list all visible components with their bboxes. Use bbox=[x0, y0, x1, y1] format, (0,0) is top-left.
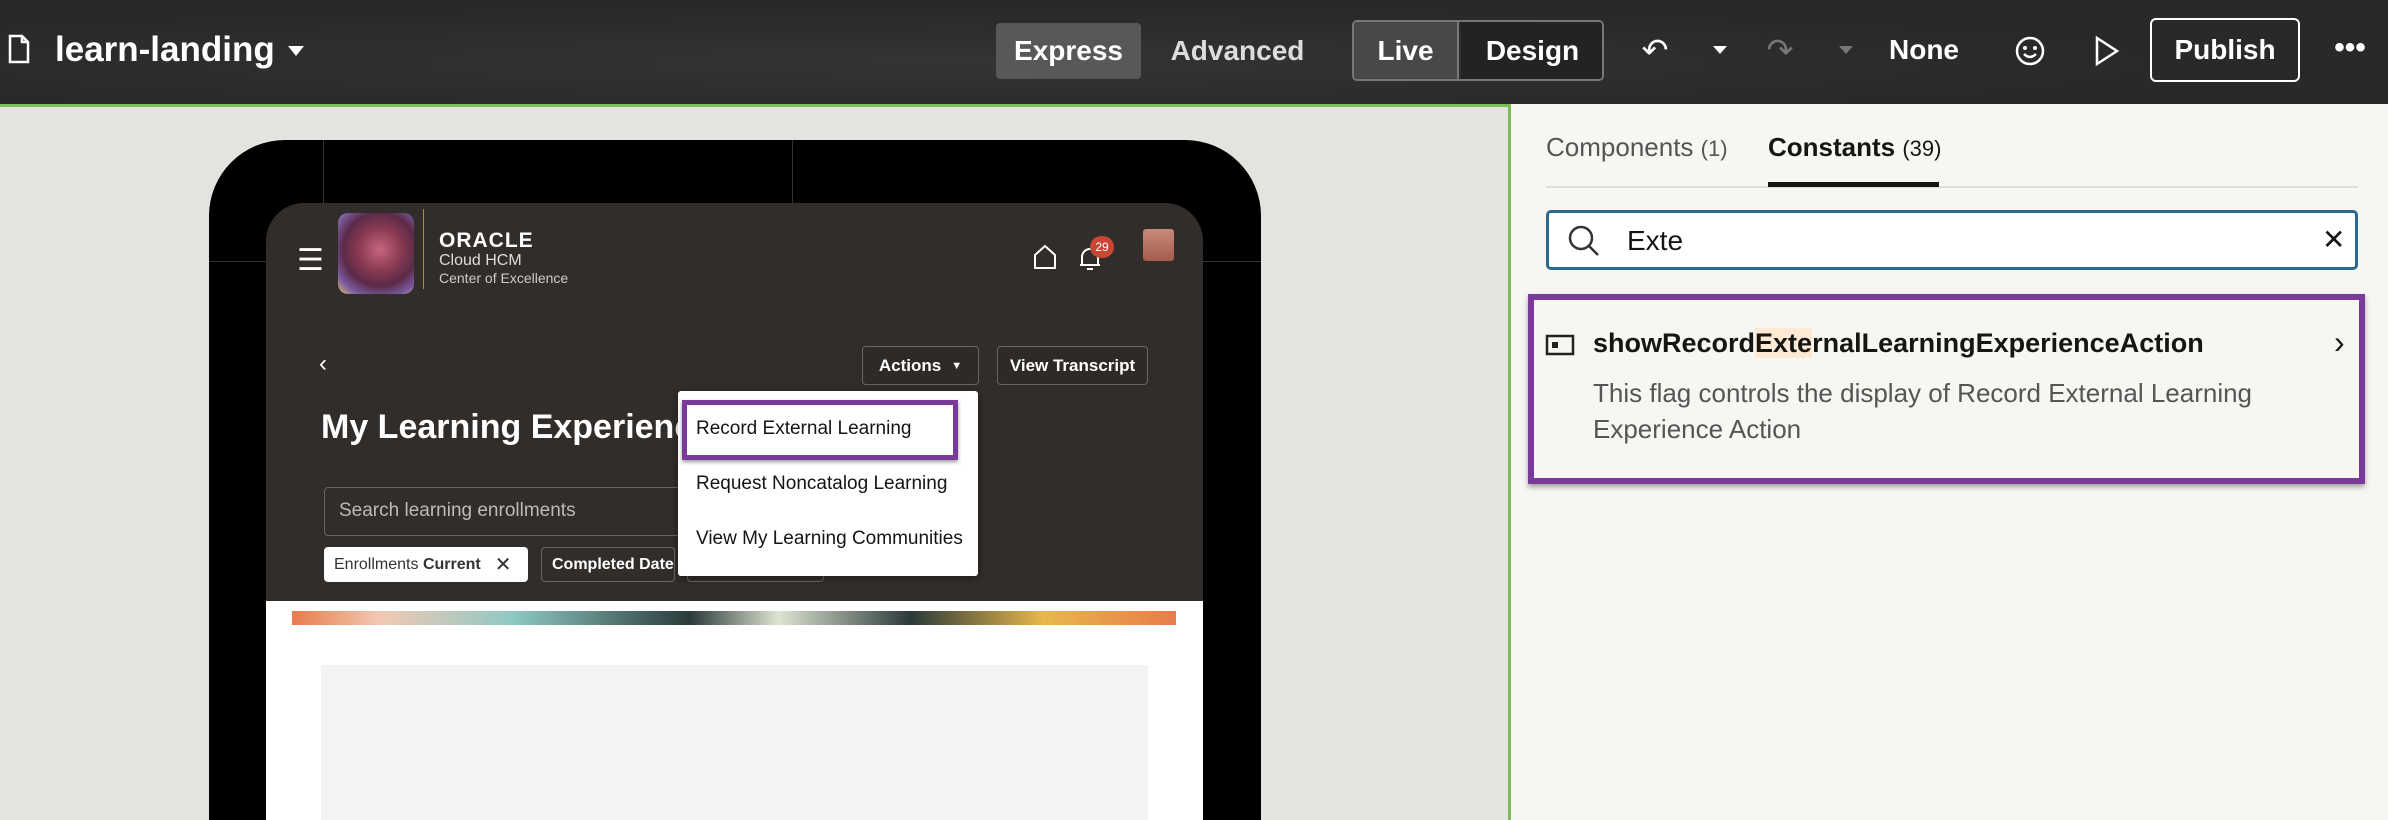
user-avatar[interactable] bbox=[1143, 229, 1174, 261]
actions-label: Actions bbox=[878, 355, 942, 375]
active-tab-indicator bbox=[1768, 182, 1939, 187]
more-icon[interactable]: ••• bbox=[2330, 30, 2370, 66]
search-match-highlight: Exte bbox=[1755, 328, 1813, 358]
name-part: rnalLearningExperienceAction bbox=[1812, 328, 2204, 358]
view-transcript-button[interactable]: View Transcript bbox=[997, 346, 1148, 385]
tab-label: Components bbox=[1546, 132, 1694, 162]
menu-item-record-external-learning[interactable]: Record External Learning bbox=[696, 418, 911, 440]
completed-date-chip[interactable]: Completed Date bbox=[541, 547, 675, 582]
name-part: showRecord bbox=[1593, 328, 1756, 358]
tabs-divider bbox=[1546, 186, 2358, 188]
notification-badge: 29 bbox=[1090, 236, 1114, 258]
search-value: Exte bbox=[1627, 225, 1684, 256]
mode-toggle: Live Design bbox=[1352, 20, 1604, 81]
actions-menu: Record External Learning Request Noncata… bbox=[678, 391, 978, 576]
hamburger-menu-icon[interactable]: ☰ bbox=[297, 243, 324, 278]
smiley-icon[interactable] bbox=[2014, 35, 2046, 67]
express-button[interactable]: Express bbox=[996, 23, 1141, 79]
clear-search-icon[interactable]: ✕ bbox=[2322, 223, 2345, 256]
properties-panel: Components (1) Constants (39) Exte ✕ sho… bbox=[1511, 104, 2388, 820]
undo-icon[interactable]: ↶ bbox=[1637, 32, 1673, 68]
advanced-button[interactable]: Advanced bbox=[1165, 23, 1310, 79]
logo-image bbox=[338, 213, 414, 294]
constant-name: showRecordExternalLearningExperienceActi… bbox=[1593, 328, 2204, 359]
top-toolbar: learn-landing Express Advanced Live Desi… bbox=[0, 0, 2388, 104]
page-dropdown-icon[interactable] bbox=[288, 46, 304, 64]
tab-count: (1) bbox=[1700, 136, 1728, 161]
content-card bbox=[321, 665, 1148, 820]
tab-components[interactable]: Components (1) bbox=[1546, 132, 1728, 163]
chip-value: Current bbox=[422, 555, 481, 573]
page-title: My Learning Experienc bbox=[321, 408, 694, 446]
actions-button[interactable]: Actions ▼ bbox=[862, 346, 979, 385]
design-canvas: ☰ ORACLE Cloud HCM Center of Excellence … bbox=[0, 107, 1508, 820]
redo-icon[interactable]: ↷ bbox=[1762, 32, 1798, 68]
chip-label: Enrollments bbox=[334, 555, 419, 573]
menu-item-view-learning-communities[interactable]: View My Learning Communities bbox=[696, 528, 963, 550]
brand-name: ORACLE bbox=[439, 229, 534, 252]
tab-count: (39) bbox=[1902, 136, 1942, 161]
product-name: Cloud HCM bbox=[439, 252, 522, 269]
environment-selector[interactable]: None bbox=[1889, 34, 1959, 66]
back-icon[interactable]: ‹ bbox=[319, 350, 327, 378]
home-icon[interactable] bbox=[1032, 243, 1058, 271]
constant-type-icon bbox=[1545, 334, 1575, 356]
redo-dropdown-icon[interactable] bbox=[1839, 46, 1853, 61]
chevron-down-icon: ▼ bbox=[951, 359, 963, 372]
page-icon bbox=[8, 34, 30, 64]
enrollments-filter-chip[interactable]: Enrollments Current ✕ bbox=[324, 547, 528, 582]
banner-image bbox=[292, 611, 1176, 625]
live-button[interactable]: Live bbox=[1354, 22, 1459, 79]
undo-dropdown-icon[interactable] bbox=[1713, 46, 1727, 61]
content-area bbox=[266, 601, 1203, 820]
menu-item-request-noncatalog-learning[interactable]: Request Noncatalog Learning bbox=[696, 473, 947, 495]
search-icon bbox=[1568, 225, 1599, 256]
org-subtitle: Center of Excellence bbox=[439, 270, 569, 286]
publish-button[interactable]: Publish bbox=[2150, 18, 2300, 82]
preview-play-icon[interactable] bbox=[2094, 35, 2120, 67]
tab-constants[interactable]: Constants (39) bbox=[1768, 132, 1941, 163]
tab-label: Constants bbox=[1768, 132, 1896, 162]
logo-divider bbox=[423, 209, 424, 289]
constant-description: This flag controls the display of Record… bbox=[1593, 378, 2253, 444]
page-name[interactable]: learn-landing bbox=[55, 30, 275, 70]
constant-result-item[interactable]: showRecordExternalLearningExperienceActi… bbox=[1528, 294, 2365, 484]
design-button[interactable]: Design bbox=[1461, 22, 1602, 79]
chevron-right-icon[interactable]: › bbox=[2334, 324, 2345, 361]
constants-search-input[interactable]: Exte ✕ bbox=[1546, 210, 2358, 270]
remove-filter-icon[interactable]: ✕ bbox=[495, 552, 512, 577]
